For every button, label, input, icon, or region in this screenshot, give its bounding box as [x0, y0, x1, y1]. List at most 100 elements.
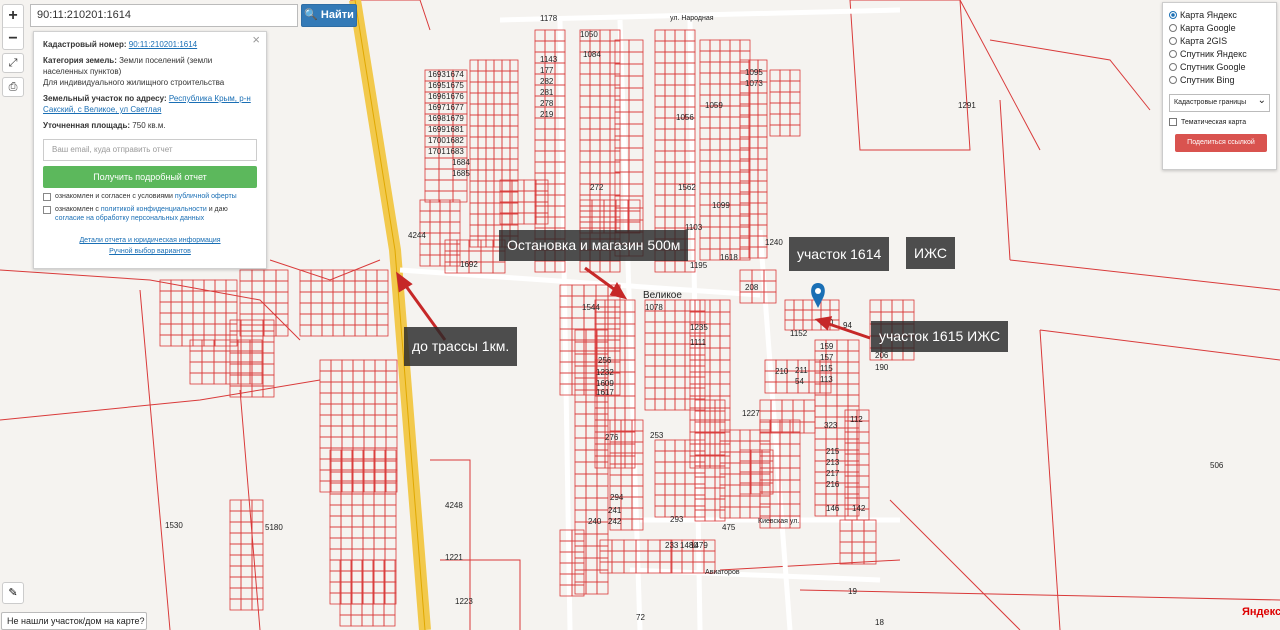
parcel-label: 1682: [446, 136, 464, 145]
parcel-label: 112: [850, 415, 863, 424]
layer-radio[interactable]: [1169, 36, 1177, 45]
parcel-label: 1479: [690, 541, 708, 550]
manual-choice-link[interactable]: Ручной выбор вариантов: [43, 246, 257, 257]
offer-link[interactable]: публичной оферты: [175, 193, 237, 200]
zoom-in-button[interactable]: +: [3, 5, 23, 27]
parcel-label: 242: [608, 517, 622, 526]
print-icon[interactable]: ⎙: [2, 77, 24, 97]
parcel-label: 1195: [690, 261, 708, 270]
parcel-label: 1695: [428, 81, 446, 90]
search-icon: 🔍: [304, 9, 318, 21]
callout-izhs: ИЖС: [906, 237, 955, 269]
zoom-out-button[interactable]: −: [3, 27, 23, 49]
parcel-label: 210: [775, 367, 789, 376]
search-button-label: Найти: [320, 9, 354, 21]
parcel-label: 1059: [705, 101, 723, 110]
street-label-narodnaya: ул. Народная: [670, 15, 714, 22]
parcel-label: 1562: [678, 183, 696, 192]
zoom-control: + −: [2, 4, 24, 50]
address-label: Земельный участок по адресу:: [43, 94, 167, 103]
parcel-label: 142: [852, 504, 866, 513]
plot-info-panel: × Кадастровый номер: 90:11:210201:1614 К…: [33, 31, 267, 269]
parcel-label: 1700: [428, 136, 446, 145]
parcel-label: 1675: [446, 81, 464, 90]
cadastral-number-link[interactable]: 90:11:210201:1614: [129, 40, 197, 49]
layer-option[interactable]: Спутник Яндекс: [1169, 47, 1270, 60]
thematic-checkbox[interactable]: [1169, 118, 1177, 126]
not-found-button[interactable]: Не нашли участок/дом на карте?: [1, 612, 147, 630]
details-link[interactable]: Детали отчета и юридическая информация: [43, 235, 257, 246]
layer-option-label: Карта 2GIS: [1180, 35, 1228, 46]
yandex-attribution: Яндекс: [1242, 606, 1280, 618]
parcel-label: 323: [824, 421, 838, 430]
parcel-label: 282: [540, 77, 554, 86]
parcel-label: 1618: [720, 253, 738, 262]
layer-dropdown[interactable]: Кадастровые границы: [1169, 93, 1270, 112]
layer-radio[interactable]: [1169, 75, 1177, 84]
parcel-label-19: 19: [848, 587, 857, 596]
layer-option[interactable]: Карта 2GIS: [1169, 34, 1270, 47]
parcel-label: 1084: [583, 50, 601, 59]
village-name-label: Великое: [643, 290, 682, 301]
parcel-label: 293: [670, 515, 684, 524]
parcel-label: 1693: [428, 70, 446, 79]
parcel-label: 1699: [428, 125, 446, 134]
parcel-label: 159: [820, 342, 834, 351]
get-report-button[interactable]: Получить подробный отчет: [43, 166, 257, 188]
layer-radio[interactable]: [1169, 62, 1177, 71]
parcel-label-1530: 1530: [165, 521, 183, 530]
layer-radio[interactable]: [1169, 23, 1177, 32]
parcel-label: 256: [598, 356, 612, 365]
layer-option[interactable]: Карта Google: [1169, 21, 1270, 34]
parcel-label: 1291: [958, 101, 976, 110]
layer-radio[interactable]: [1169, 49, 1177, 58]
parcel-label-4244: 4244: [408, 231, 426, 240]
layer-option[interactable]: Спутник Bing: [1169, 73, 1270, 86]
parcel-label: 1099: [712, 201, 730, 210]
parcel-label: 294: [610, 493, 624, 502]
parcel-label-4248: 4248: [445, 501, 463, 510]
consent-link[interactable]: согласие на обработку персональных данны…: [55, 215, 204, 222]
parcel-label: 217: [826, 469, 840, 478]
cadastral-search-input[interactable]: 90:11:210201:1614: [30, 4, 298, 27]
close-icon[interactable]: ×: [252, 33, 260, 46]
parcel-label: 233: [665, 541, 679, 550]
expand-icon[interactable]: ⤢: [2, 53, 24, 73]
parcel-label: 1676: [446, 92, 464, 101]
parcel-label-5180: 5180: [265, 523, 283, 532]
parcel-label: 216: [826, 480, 840, 489]
parcel-label: 1697: [428, 103, 446, 112]
offer-text: ознакомлен и согласен с условиями: [55, 193, 175, 200]
share-link-button[interactable]: Поделиться ссылкой: [1175, 134, 1267, 152]
parcel-label: 1152: [790, 329, 808, 338]
privacy-text: ознакомлен с: [55, 206, 101, 213]
parcel-label: 1232: [596, 368, 614, 377]
privacy-link[interactable]: политикой конфиденциальности: [101, 206, 207, 213]
parcel-label: 1685: [452, 169, 470, 178]
parcel-label: 1078: [645, 303, 663, 312]
thematic-label: Тематическая карта: [1181, 118, 1247, 126]
parcel-label: 213: [826, 458, 840, 467]
street-label-aviatorov: Авиаторов: [705, 569, 740, 576]
layer-option[interactable]: Карта Яндекс: [1169, 8, 1270, 21]
parcel-label: 54: [795, 377, 804, 386]
cadastral-number-label: Кадастровый номер:: [43, 40, 127, 49]
parcel-label: 241: [608, 506, 622, 515]
parcel-label: 1056: [676, 113, 694, 122]
parcel-label: 1235: [690, 323, 708, 332]
offer-checkbox[interactable]: [43, 193, 51, 201]
parcel-label: 475: [722, 523, 736, 532]
parcel-label-506: 506: [1210, 461, 1224, 470]
ruler-icon[interactable]: ✎: [2, 582, 24, 604]
parcel-label: 1683: [446, 147, 464, 156]
layer-option-label: Спутник Яндекс: [1180, 48, 1247, 59]
search-button[interactable]: 🔍 Найти: [301, 4, 357, 27]
layer-radio[interactable]: [1169, 10, 1177, 19]
layer-option[interactable]: Спутник Google: [1169, 60, 1270, 73]
layer-option-label: Спутник Google: [1180, 61, 1246, 72]
email-input[interactable]: Ваш email, куда отправить отчет: [43, 139, 257, 161]
parcel-label: 1073: [745, 79, 763, 88]
privacy-checkbox[interactable]: [43, 206, 51, 214]
parcel-label-1223: 1223: [455, 597, 473, 606]
layer-option-label: Карта Яндекс: [1180, 9, 1237, 20]
